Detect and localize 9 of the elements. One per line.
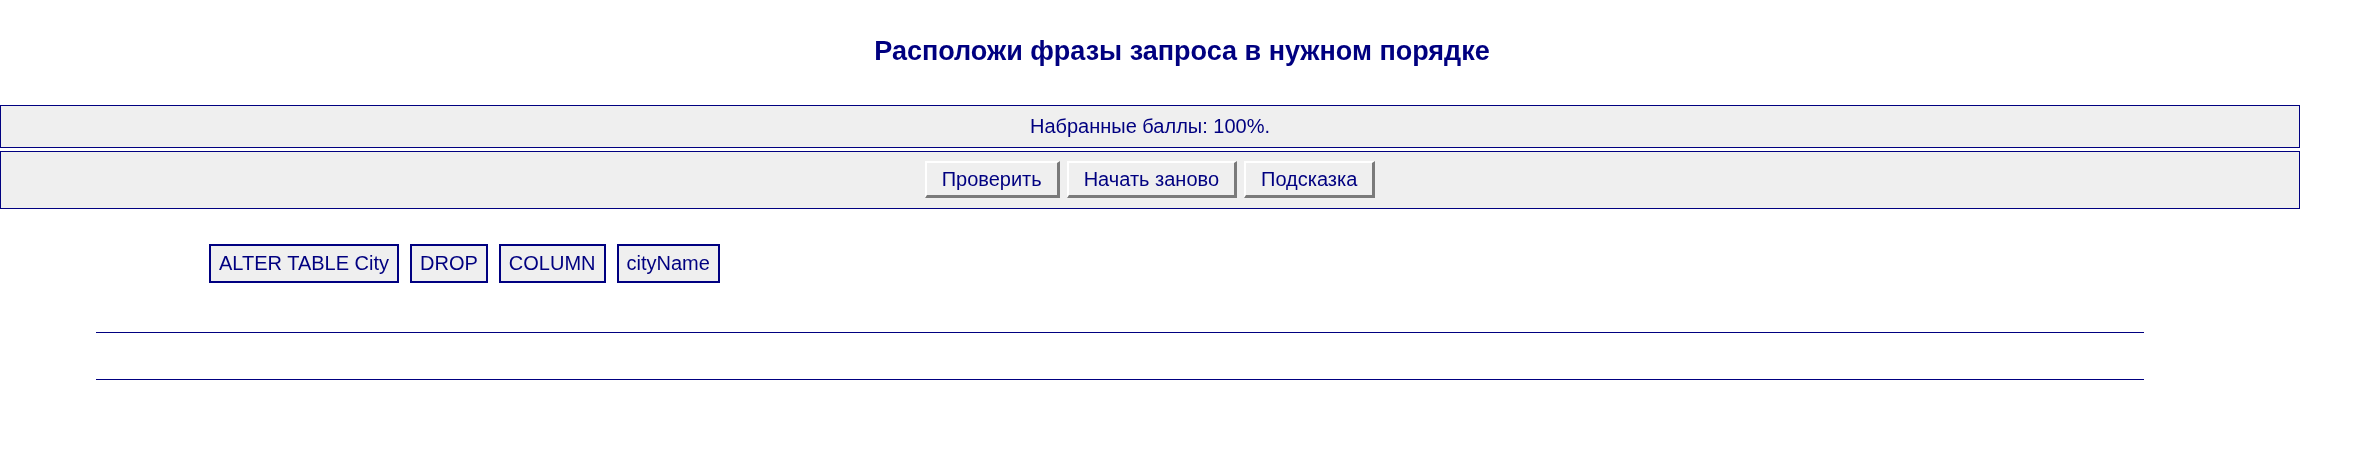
phrase-tile[interactable]: cityName	[616, 243, 720, 283]
action-button[interactable]: Проверить	[924, 161, 1060, 198]
action-button[interactable]: Подсказка	[1244, 161, 1376, 198]
page-title: Расположи фразы запроса в нужном порядке	[874, 35, 1490, 68]
phrase-tile[interactable]: ALTER TABLE City	[209, 243, 400, 283]
action-button[interactable]: Начать заново	[1066, 161, 1238, 198]
phrase-tile[interactable]: COLUMN	[498, 243, 606, 283]
score-text: Набранные баллы: 100%.	[1029, 114, 1271, 139]
phrase-tile[interactable]: DROP	[410, 243, 488, 283]
